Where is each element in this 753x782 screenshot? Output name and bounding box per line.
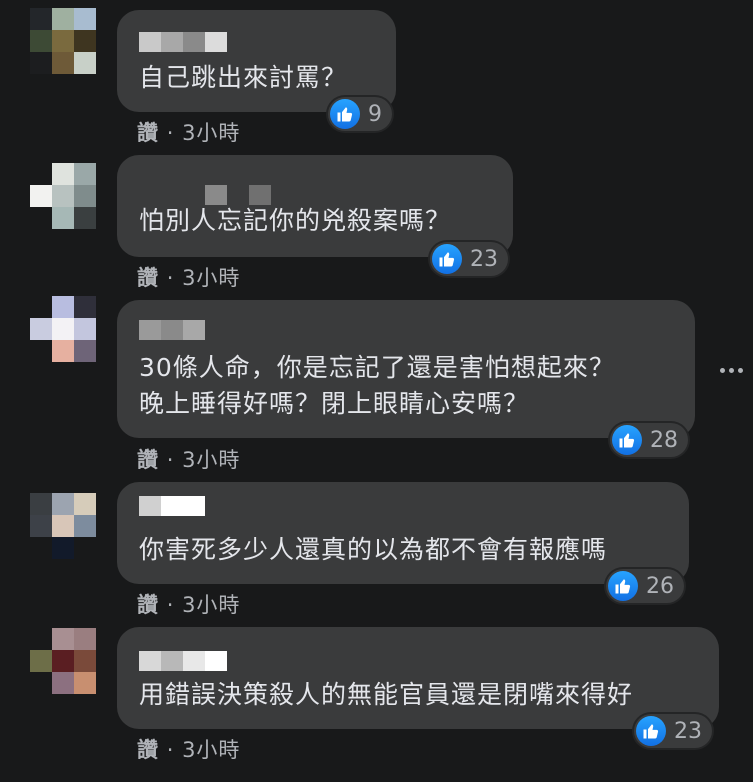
like-link[interactable]: 讚 (137, 121, 159, 145)
comment-text: 你害死多少人還真的以為都不會有報應嗎 (139, 535, 608, 564)
reaction-summary[interactable]: 23 (634, 714, 712, 748)
avatar[interactable] (30, 493, 96, 559)
avatar[interactable] (30, 163, 96, 229)
reaction-summary[interactable]: 23 (430, 242, 508, 276)
commenter-name[interactable] (139, 32, 227, 52)
reaction-count: 28 (650, 427, 678, 453)
commenter-name[interactable] (139, 651, 227, 671)
like-icon (608, 571, 638, 601)
comment-text: 自己跳出來討罵？ (139, 63, 348, 92)
reaction-summary[interactable]: 9 (328, 97, 392, 131)
comment-text-line: 30條人命，你是忘記了還是害怕想起來？ (139, 353, 615, 382)
commenter-name[interactable] (139, 185, 271, 205)
reaction-count: 9 (368, 101, 382, 127)
comment-meta: 讚 · 3小時 (137, 262, 240, 292)
like-icon (330, 99, 360, 129)
reaction-count: 26 (646, 573, 674, 599)
comment-text: 用錯誤決策殺人的無能官員還是閉嘴來得好 (139, 680, 634, 709)
comment-time[interactable]: 3小時 (182, 266, 240, 290)
meta-separator: · (166, 448, 175, 472)
comment-time[interactable]: 3小時 (182, 593, 240, 617)
like-link[interactable]: 讚 (137, 266, 159, 290)
comment-meta: 讚 · 3小時 (137, 444, 240, 474)
commenter-name[interactable] (139, 320, 205, 340)
more-options-icon[interactable] (720, 368, 743, 373)
meta-separator: · (166, 121, 175, 145)
like-link[interactable]: 讚 (137, 448, 159, 472)
comment-time[interactable]: 3小時 (182, 448, 240, 472)
comment-bubble: 30條人命，你是忘記了還是害怕想起來？ 晚上睡得好嗎？閉上眼睛心安嗎？ (117, 300, 695, 438)
reaction-summary[interactable]: 28 (610, 423, 688, 457)
meta-separator: · (166, 593, 175, 617)
like-icon (432, 244, 462, 274)
commenter-name[interactable] (139, 496, 205, 516)
like-link[interactable]: 讚 (137, 593, 159, 617)
meta-separator: · (166, 266, 175, 290)
reaction-summary[interactable]: 26 (606, 569, 684, 603)
avatar[interactable] (30, 8, 96, 74)
comment-bubble: 用錯誤決策殺人的無能官員還是閉嘴來得好 (117, 627, 719, 729)
comment-text-line: 晚上睡得好嗎？閉上眼睛心安嗎？ (139, 389, 530, 418)
like-icon (636, 716, 666, 746)
comment-time[interactable]: 3小時 (182, 738, 240, 762)
comment-meta: 讚 · 3小時 (137, 589, 240, 619)
comment-text: 怕別人忘記你的兇殺案嗎？ (139, 206, 452, 235)
avatar[interactable] (30, 628, 96, 694)
reaction-count: 23 (470, 246, 498, 272)
like-link[interactable]: 讚 (137, 738, 159, 762)
comment-bubble: 你害死多少人還真的以為都不會有報應嗎 (117, 482, 689, 584)
comment-time[interactable]: 3小時 (182, 121, 240, 145)
avatar[interactable] (30, 296, 96, 362)
comment-meta: 讚 · 3小時 (137, 734, 240, 764)
meta-separator: · (166, 738, 175, 762)
like-icon (612, 425, 642, 455)
comment-meta: 讚 · 3小時 (137, 117, 240, 147)
reaction-count: 23 (674, 718, 702, 744)
